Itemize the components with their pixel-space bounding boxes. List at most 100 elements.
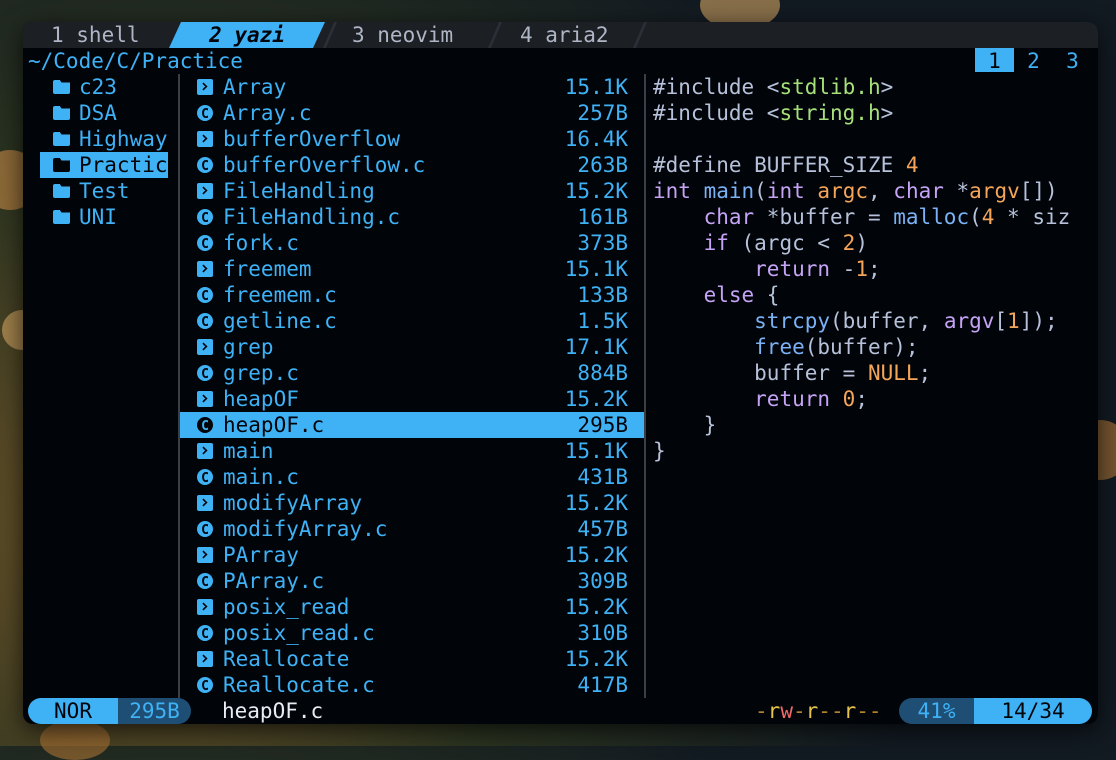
file-list-item[interactable]: posix_read 15.2K <box>180 594 645 620</box>
c-source-icon <box>197 310 213 336</box>
file-list-item[interactable]: bufferOverflow.c 263B <box>180 152 645 180</box>
file-list-item[interactable]: FileHandling.c 161B <box>180 204 645 232</box>
tab-aria2[interactable]: 4 aria2 <box>520 22 640 48</box>
terminal-window: 1 shell 2 yazi 3 neovim 4 aria2 ~/Code/C… <box>23 22 1098 724</box>
c-source-icon <box>197 570 213 596</box>
file-list-item[interactable]: Array 15.1K <box>180 74 645 100</box>
code-line: int main(int argc, char *argv[]) <box>653 179 1058 203</box>
folder-icon <box>53 106 70 120</box>
code-line: #include <string.h> <box>653 101 894 125</box>
file-name: Reallocate <box>223 647 350 671</box>
yazi-tab-2[interactable]: 2 <box>1014 48 1053 73</box>
code-line: strcpy(buffer, argv[1]); <box>754 309 1058 333</box>
file-list-item[interactable]: Array.c 257B <box>180 100 645 128</box>
folder-icon <box>53 80 70 94</box>
file-list-item[interactable]: PArray.c 309B <box>180 568 645 596</box>
c-source-icon <box>197 622 213 648</box>
parent-dir-name: Practic <box>79 153 168 177</box>
file-name: posix_read <box>223 595 350 619</box>
file-size: 133B <box>577 283 628 307</box>
file-list-item[interactable]: modifyArray.c 457B <box>180 516 645 544</box>
file-name: main.c <box>223 465 299 489</box>
file-list-item[interactable]: posix_read.c 310B <box>180 620 645 648</box>
scroll-percent: 41% <box>899 698 974 724</box>
file-list-item[interactable]: main.c 431B <box>180 464 645 492</box>
file-list-item[interactable]: PArray 15.2K <box>180 542 645 568</box>
file-size: 417B <box>577 673 628 697</box>
file-name: FileHandling <box>223 179 375 203</box>
parent-dir-item[interactable]: Test <box>23 178 175 204</box>
file-name: getline.c <box>223 309 337 333</box>
parent-dir-item[interactable]: DSA <box>23 100 175 126</box>
executable-icon <box>197 391 213 407</box>
file-size: 15.2K <box>564 595 628 619</box>
parent-dir-name: c23 <box>79 75 117 99</box>
parent-directory-pane: c23 DSA Highway Practic Test UNI <box>23 74 175 698</box>
file-list-item[interactable]: bufferOverflow 16.4K <box>180 126 645 152</box>
current-directory-pane: Array 15.1K Array.c 257B bufferOverflow 16.4K… <box>178 74 645 700</box>
executable-icon <box>197 79 213 95</box>
folder-icon <box>53 210 70 224</box>
file-size: 310B <box>577 621 628 645</box>
tab-separator <box>323 22 337 48</box>
file-list-item[interactable]: freemem 15.1K <box>180 256 645 282</box>
executable-icon <box>197 131 213 147</box>
parent-dir-name: Test <box>79 179 130 203</box>
code-line: char *buffer = malloc(4 * siz <box>703 205 1071 229</box>
file-list-item[interactable]: Reallocate.c 417B <box>180 672 645 700</box>
yazi-tab-1[interactable]: 1 <box>975 48 1014 73</box>
file-size: 431B <box>577 465 628 489</box>
cursor-position: 14/34 <box>974 698 1092 724</box>
file-list-item[interactable]: heapOF.c 295B <box>180 412 645 440</box>
tab-neovim[interactable]: 3 neovim <box>352 22 502 48</box>
file-name: Array.c <box>223 101 312 125</box>
file-list-item[interactable]: freemem.c 133B <box>180 282 645 310</box>
executable-icon <box>197 443 213 459</box>
file-name: modifyArray.c <box>223 517 388 541</box>
status-filename: heapOF.c <box>222 699 324 723</box>
parent-dir-item[interactable]: Highway <box>23 126 175 152</box>
c-source-icon <box>197 674 213 700</box>
file-size: 15.1K <box>564 439 628 463</box>
file-list-item[interactable]: grep 17.1K <box>180 334 645 360</box>
tab-shell[interactable]: 1 shell <box>51 22 181 48</box>
c-source-icon <box>197 518 213 544</box>
executable-icon <box>197 339 213 355</box>
parent-dir-item[interactable]: Practic <box>23 152 175 178</box>
c-source-icon <box>197 154 213 180</box>
file-list-item[interactable]: heapOF 15.2K <box>180 386 645 412</box>
code-line: buffer = NULL; <box>754 361 932 385</box>
parent-dir-item[interactable]: c23 <box>23 74 175 100</box>
file-name: grep.c <box>223 361 299 385</box>
code-line: else { <box>703 283 780 307</box>
yazi-tab-3[interactable]: 3 <box>1053 48 1092 73</box>
file-size: 15.2K <box>564 387 628 411</box>
code-line: #define BUFFER_SIZE 4 <box>653 153 919 177</box>
file-list-item[interactable]: fork.c 373B <box>180 230 645 258</box>
file-size: 1.5K <box>577 309 628 333</box>
parent-dir-name: Highway <box>79 127 168 151</box>
file-list-item[interactable]: Reallocate 15.2K <box>180 646 645 672</box>
file-list-item[interactable]: modifyArray 15.2K <box>180 490 645 516</box>
code-line: return 0; <box>754 387 868 411</box>
file-list-item[interactable]: grep.c 884B <box>180 360 645 388</box>
tab-yazi[interactable]: 2 yazi <box>169 22 325 48</box>
file-name: heapOF <box>223 387 299 411</box>
file-name: Array <box>223 75 287 99</box>
parent-dir-name: DSA <box>79 101 117 125</box>
file-name: posix_read.c <box>223 621 375 645</box>
file-list-item[interactable]: getline.c 1.5K <box>180 308 645 336</box>
file-size: 15.2K <box>564 543 628 567</box>
executable-icon <box>197 599 213 615</box>
parent-dir-item[interactable]: UNI <box>23 204 175 230</box>
file-name: PArray.c <box>223 569 325 593</box>
file-list-item[interactable]: FileHandling 15.2K <box>180 178 645 204</box>
file-name: freemem.c <box>223 283 337 307</box>
c-source-icon <box>197 284 213 310</box>
file-size: 16.4K <box>564 127 628 151</box>
code-line: } <box>653 439 666 463</box>
file-list-item[interactable]: main 15.1K <box>180 438 645 464</box>
status-bar: NOR 295B heapOF.c -rw-r--r-- 41% 14/34 <box>23 698 1098 724</box>
file-size: 309B <box>577 569 628 593</box>
